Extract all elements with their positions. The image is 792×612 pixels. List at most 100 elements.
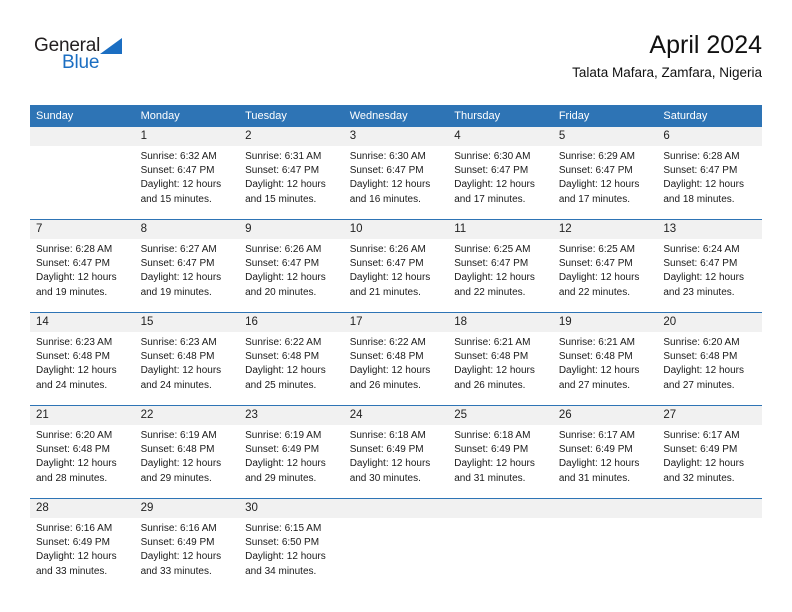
day-number: 12	[552, 220, 658, 239]
day-details: Sunrise: 6:19 AM Sunset: 6:48 PM Daylight:…	[135, 425, 240, 486]
sunset-time: Sunset: 6:47 PM	[245, 165, 320, 177]
day-details: Sunrise: 6:28 AM Sunset: 6:47 PM Daylight:…	[657, 146, 762, 207]
page-title: April 2024	[649, 31, 762, 59]
calendar-day-cell[interactable]: 11 Sunrise: 6:25 AM Sunset: 6:47 PM Dayligh…	[448, 219, 553, 313]
day-number: 2	[239, 127, 344, 146]
daylight-duration-line1: Daylight: 12 hours	[349, 179, 431, 191]
calendar-week-row: 21 Sunrise: 6:20 AM Sunset: 6:48 PM Dayligh…	[30, 405, 762, 499]
sunset-time: Sunset: 6:50 PM	[245, 537, 320, 549]
daylight-duration-line1: Daylight: 12 hours	[140, 458, 222, 470]
daylight-duration-line1: Daylight: 12 hours	[36, 365, 117, 377]
daylight-duration-line2: and 33 minutes.	[140, 565, 212, 577]
daylight-duration-line1: Daylight: 12 hours	[36, 458, 117, 470]
calendar-day-cell[interactable]: 7 Sunrise: 6:28 AM Sunset: 6:47 PM Daylight…	[30, 219, 135, 313]
calendar-day-cell[interactable]: 9 Sunrise: 6:26 AM Sunset: 6:47 PM Daylight…	[239, 219, 344, 313]
day-number: 4	[448, 127, 553, 146]
calendar-day-cell[interactable]: 30 Sunrise: 6:15 AM Sunset: 6:50 PM Dayligh…	[239, 498, 344, 591]
daylight-duration-line2: and 27 minutes.	[558, 379, 630, 391]
calendar-day-cell[interactable]: 3 Sunrise: 6:30 AM Sunset: 6:47 PM Daylight…	[343, 127, 449, 220]
day-details: Sunrise: 6:18 AM Sunset: 6:49 PM Daylight:…	[344, 425, 449, 486]
day-number: 21	[30, 406, 135, 425]
calendar-day-cell[interactable]: 22 Sunrise: 6:19 AM Sunset: 6:48 PM Dayligh…	[134, 405, 240, 499]
weekday-header-friday: Friday	[552, 105, 658, 127]
sunrise-time: Sunrise: 6:19 AM	[245, 430, 322, 441]
sunrise-time: Sunrise: 6:23 AM	[36, 337, 113, 348]
calendar-day-cell[interactable]: 28 Sunrise: 6:16 AM Sunset: 6:49 PM Dayligh…	[30, 498, 135, 591]
day-details: Sunrise: 6:17 AM Sunset: 6:49 PM Daylight:…	[553, 425, 658, 486]
calendar-header-row: Sunday Monday Tuesday Wednesday Thursday…	[30, 105, 762, 127]
day-number: 15	[134, 313, 240, 332]
sunset-time: Sunset: 6:48 PM	[349, 351, 424, 363]
calendar-day-cell[interactable]: 5 Sunrise: 6:29 AM Sunset: 6:47 PM Daylight…	[552, 127, 658, 220]
day-number: 8	[134, 220, 240, 239]
day-details: Sunrise: 6:29 AM Sunset: 6:47 PM Daylight:…	[553, 146, 658, 207]
daylight-duration-line2: and 25 minutes.	[245, 379, 317, 391]
day-details: Sunrise: 6:25 AM Sunset: 6:47 PM Daylight:…	[553, 239, 658, 300]
day-number: 10	[343, 220, 449, 239]
day-number: 5	[552, 127, 658, 146]
sunset-time: Sunset: 6:49 PM	[36, 537, 110, 549]
daylight-duration-line2: and 29 minutes.	[245, 472, 317, 484]
sunset-time: Sunset: 6:49 PM	[245, 444, 320, 456]
calendar-day-cell[interactable]: 17 Sunrise: 6:22 AM Sunset: 6:48 PM Dayligh…	[343, 312, 449, 406]
calendar-day-cell[interactable]: 26 Sunrise: 6:17 AM Sunset: 6:49 PM Dayligh…	[552, 405, 658, 499]
calendar-day-cell[interactable]: 4 Sunrise: 6:30 AM Sunset: 6:47 PM Daylight…	[448, 127, 553, 220]
sunrise-time: Sunrise: 6:21 AM	[454, 337, 531, 348]
calendar-day-cell[interactable]: 16 Sunrise: 6:22 AM Sunset: 6:48 PM Dayligh…	[239, 312, 344, 406]
calendar-day-cell[interactable]: 20 Sunrise: 6:20 AM Sunset: 6:48 PM Dayligh…	[657, 312, 762, 406]
logo-triangle-icon	[100, 38, 122, 54]
sunrise-time: Sunrise: 6:20 AM	[663, 337, 740, 348]
calendar-day-cell[interactable]: 27 Sunrise: 6:17 AM Sunset: 6:49 PM Dayligh…	[657, 405, 762, 499]
daylight-duration-line1: Daylight: 12 hours	[245, 365, 326, 377]
sunrise-time: Sunrise: 6:18 AM	[454, 430, 531, 441]
calendar-day-cell[interactable]: 13 Sunrise: 6:24 AM Sunset: 6:47 PM Dayligh…	[657, 219, 762, 313]
sunset-time: Sunset: 6:48 PM	[36, 444, 110, 456]
daylight-duration-line1: Daylight: 12 hours	[454, 365, 535, 377]
daylight-duration-line2: and 29 minutes.	[140, 472, 212, 484]
sunset-time: Sunset: 6:48 PM	[454, 351, 529, 363]
calendar-day-cell[interactable]: 6 Sunrise: 6:28 AM Sunset: 6:47 PM Daylight…	[657, 127, 762, 220]
sunset-time: Sunset: 6:49 PM	[140, 537, 215, 549]
calendar-day-cell[interactable]: 2 Sunrise: 6:31 AM Sunset: 6:47 PM Daylight…	[239, 127, 344, 220]
calendar-day-cell[interactable]: 23 Sunrise: 6:19 AM Sunset: 6:49 PM Dayligh…	[239, 405, 344, 499]
day-number: 1	[134, 127, 240, 146]
calendar-day-cell[interactable]: 19 Sunrise: 6:21 AM Sunset: 6:48 PM Dayligh…	[552, 312, 658, 406]
daylight-duration-line1: Daylight: 12 hours	[349, 272, 431, 284]
calendar-week-row: 7 Sunrise: 6:28 AM Sunset: 6:47 PM Daylight…	[30, 219, 762, 313]
sunset-time: Sunset: 6:49 PM	[663, 444, 738, 456]
day-details: Sunrise: 6:28 AM Sunset: 6:47 PM Daylight:…	[30, 239, 135, 300]
calendar-day-cell[interactable]: 21 Sunrise: 6:20 AM Sunset: 6:48 PM Dayligh…	[30, 405, 135, 499]
calendar-day-cell[interactable]: 29 Sunrise: 6:16 AM Sunset: 6:49 PM Dayligh…	[134, 498, 240, 591]
day-number	[552, 499, 658, 518]
calendar-day-cell[interactable]: 25 Sunrise: 6:18 AM Sunset: 6:49 PM Dayligh…	[448, 405, 553, 499]
daylight-duration-line1: Daylight: 12 hours	[245, 272, 326, 284]
calendar-day-cell[interactable]: 18 Sunrise: 6:21 AM Sunset: 6:48 PM Dayligh…	[448, 312, 553, 406]
calendar-day-cell[interactable]: 1 Sunrise: 6:32 AM Sunset: 6:47 PM Daylight…	[134, 127, 240, 220]
calendar-day-cell[interactable]: 14 Sunrise: 6:23 AM Sunset: 6:48 PM Dayligh…	[30, 312, 135, 406]
sunset-time: Sunset: 6:47 PM	[349, 165, 424, 177]
sunrise-time: Sunrise: 6:27 AM	[140, 244, 217, 255]
calendar-day-cell[interactable]: 12 Sunrise: 6:25 AM Sunset: 6:47 PM Dayligh…	[552, 219, 658, 313]
day-details: Sunrise: 6:17 AM Sunset: 6:49 PM Daylight:…	[657, 425, 762, 486]
daylight-duration-line1: Daylight: 12 hours	[140, 365, 222, 377]
sunrise-sunset-calendar: Sunday Monday Tuesday Wednesday Thursday…	[30, 105, 762, 591]
daylight-duration-line1: Daylight: 12 hours	[558, 458, 640, 470]
daylight-duration-line2: and 33 minutes.	[36, 565, 108, 577]
daylight-duration-line2: and 22 minutes.	[454, 286, 526, 298]
sunrise-time: Sunrise: 6:16 AM	[36, 523, 113, 534]
day-number: 22	[134, 406, 240, 425]
daylight-duration-line1: Daylight: 12 hours	[140, 272, 222, 284]
calendar-day-cell[interactable]: 15 Sunrise: 6:23 AM Sunset: 6:48 PM Dayligh…	[134, 312, 240, 406]
weekday-header-saturday: Saturday	[657, 105, 762, 127]
daylight-duration-line2: and 26 minutes.	[454, 379, 526, 391]
day-details: Sunrise: 6:21 AM Sunset: 6:48 PM Daylight:…	[553, 332, 658, 393]
daylight-duration-line1: Daylight: 12 hours	[558, 272, 640, 284]
calendar-day-cell[interactable]: 8 Sunrise: 6:27 AM Sunset: 6:47 PM Daylight…	[134, 219, 240, 313]
sunset-time: Sunset: 6:49 PM	[349, 444, 424, 456]
day-details: Sunrise: 6:18 AM Sunset: 6:49 PM Daylight:…	[448, 425, 553, 486]
daylight-duration-line1: Daylight: 12 hours	[454, 458, 535, 470]
calendar-day-cell[interactable]: 10 Sunrise: 6:26 AM Sunset: 6:47 PM Dayligh…	[343, 219, 449, 313]
daylight-duration-line2: and 31 minutes.	[558, 472, 630, 484]
sunset-time: Sunset: 6:47 PM	[454, 258, 529, 270]
calendar-day-cell[interactable]: 24 Sunrise: 6:18 AM Sunset: 6:49 PM Dayligh…	[343, 405, 449, 499]
